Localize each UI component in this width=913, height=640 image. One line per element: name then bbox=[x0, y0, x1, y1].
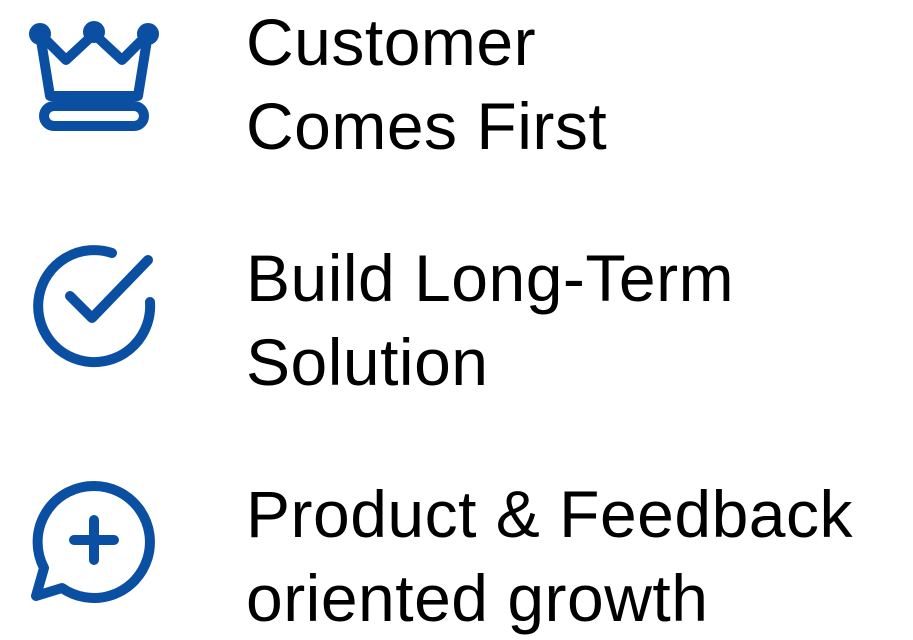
crown-icon bbox=[26, 10, 162, 146]
value-title: Customer Comes First bbox=[246, 0, 607, 168]
value-title: Build Long-Term Solution bbox=[246, 236, 734, 404]
value-item-long-term-solution: Build Long-Term Solution bbox=[0, 236, 913, 399]
value-item-feedback-growth: Product & Feedback oriented growth bbox=[0, 472, 913, 635]
value-title-line-2: Solution bbox=[246, 325, 489, 399]
value-title-line-1: Customer bbox=[246, 5, 537, 79]
value-title: Product & Feedback oriented growth bbox=[246, 472, 853, 640]
value-title-line-2: oriented growth bbox=[246, 561, 709, 635]
value-item-customer-first: Customer Comes First bbox=[0, 0, 913, 163]
check-circle-icon bbox=[26, 236, 162, 372]
value-title-line-1: Product & Feedback bbox=[246, 477, 853, 551]
chat-plus-icon bbox=[26, 472, 162, 608]
value-title-line-1: Build Long-Term bbox=[246, 241, 735, 315]
value-title-line-2: Comes First bbox=[246, 89, 608, 163]
